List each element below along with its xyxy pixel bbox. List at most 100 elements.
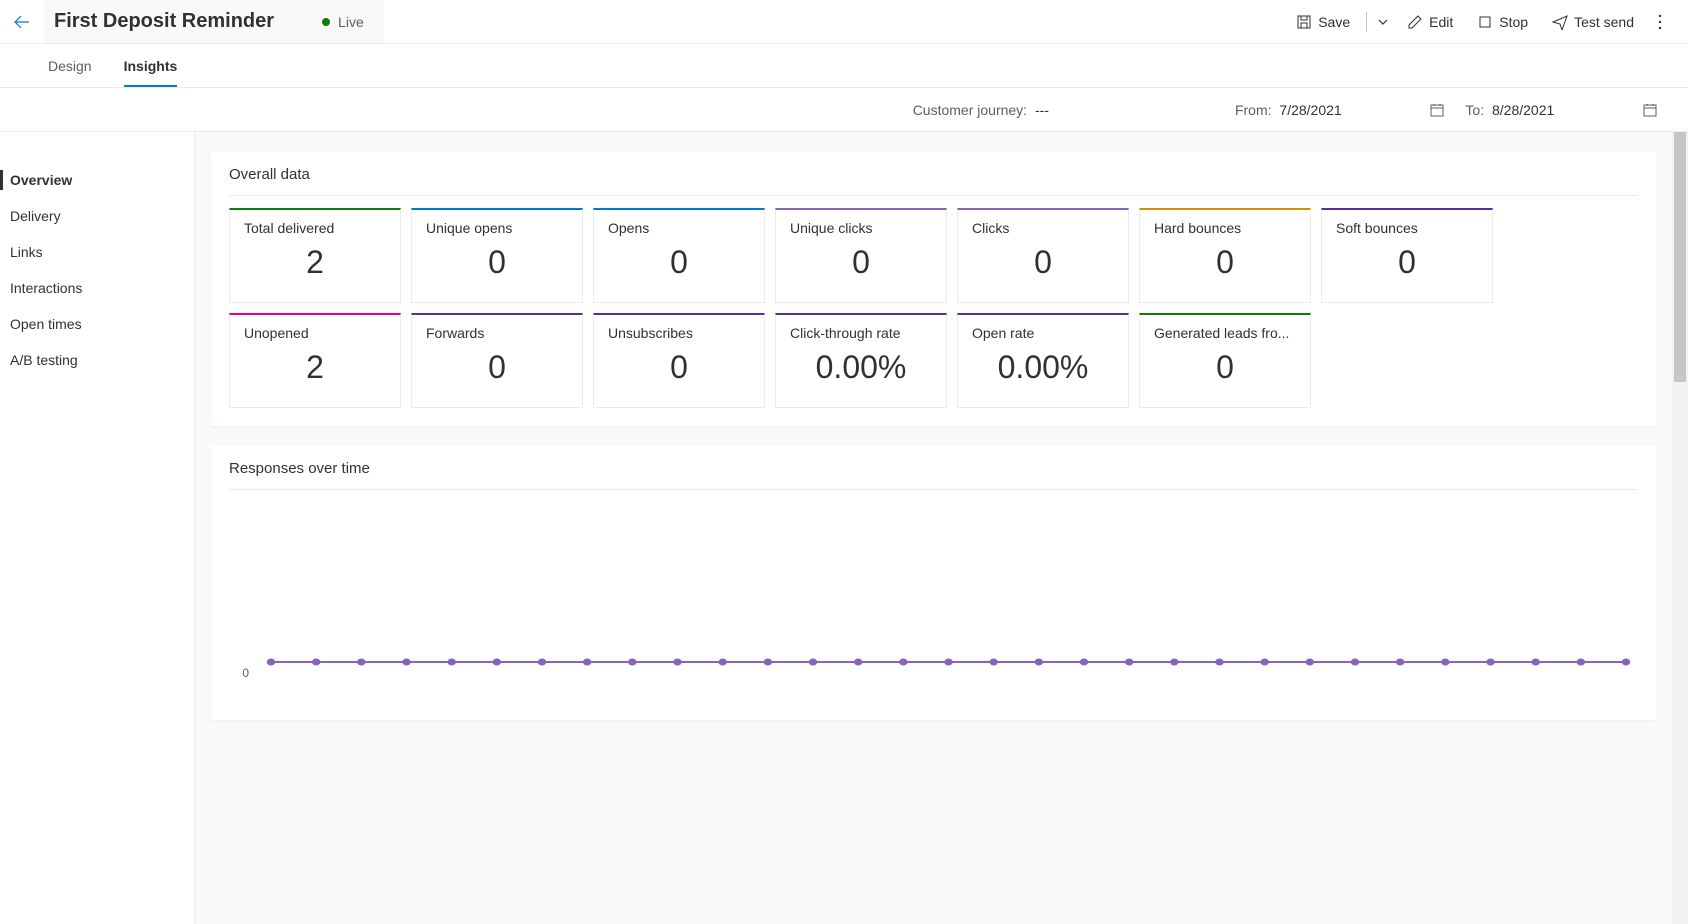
title-block: First Deposit Reminder Live [44,0,384,43]
sidebar-item-overview[interactable]: Overview [0,162,194,198]
cards-container: Total delivered2Unique opens0Opens0Uniqu… [229,208,1638,408]
metric-value: 0 [426,244,568,281]
y-tick-0: 0 [242,666,249,680]
tab-design-label: Design [48,58,92,74]
status-dot-icon [322,18,330,26]
arrow-left-icon [14,14,30,30]
metric-label: Click-through rate [790,325,932,341]
send-icon [1552,14,1568,30]
metric-card[interactable]: Unique clicks0 [775,208,947,303]
metric-card[interactable]: Open rate 0.00% [957,313,1129,408]
metric-card[interactable]: Unopened2 [229,313,401,408]
page-title: First Deposit Reminder [54,10,274,33]
sidebar-item-ab-testing[interactable]: A/B testing [0,342,194,378]
metric-card[interactable]: Unique opens0 [411,208,583,303]
metric-card[interactable]: Forwards 0 [411,313,583,408]
to-label: To: [1465,102,1484,118]
journey-filter: Customer journey: --- [913,102,1215,118]
back-button[interactable] [0,14,44,30]
responses-chart: 0 [229,502,1638,702]
sidebar-item-open-times[interactable]: Open times [0,306,194,342]
test-send-label: Test send [1574,14,1634,30]
calendar-icon [1642,102,1658,118]
metric-value: 0 [972,244,1114,281]
test-send-button[interactable]: Test send [1542,8,1644,36]
toolbar: Save Edit Stop Test send [1286,8,1672,36]
metric-label: Clicks [972,220,1114,236]
metric-value: 0 [1154,244,1296,281]
metric-value: 0 [790,244,932,281]
metric-label: Unopened [244,325,386,341]
metric-label: Hard bounces [1154,220,1296,236]
tab-insights[interactable]: Insights [112,44,190,87]
sidebar-item-label: Interactions [10,280,82,296]
from-value[interactable]: 7/28/2021 [1279,102,1409,118]
status-indicator: Live [322,14,364,30]
sidebar-item-interactions[interactable]: Interactions [0,270,194,306]
panel-title: Responses over time [229,460,1638,490]
more-vertical-icon [1658,14,1662,30]
metric-card[interactable]: Generated leads fro... 0 [1139,313,1311,408]
save-button[interactable]: Save [1286,8,1360,36]
sidebar-item-label: Open times [10,316,82,332]
metric-card[interactable]: Opens 0 [593,208,765,303]
calendar-icon [1429,102,1445,118]
metric-label: Open rate [972,325,1114,341]
journey-value[interactable]: --- [1035,102,1215,118]
stop-button[interactable]: Stop [1467,8,1538,36]
main: Overview Delivery Links Interactions Ope… [0,132,1688,924]
sidebar-item-delivery[interactable]: Delivery [0,198,194,234]
metric-value: 0 [426,349,568,386]
to-value[interactable]: 8/28/2021 [1492,102,1622,118]
from-date-picker[interactable] [1429,102,1445,118]
metric-card[interactable]: Hard bounces 0 [1139,208,1311,303]
metric-value: 0 [608,349,750,386]
metric-label: Total delivered [244,220,386,236]
status-label: Live [338,14,364,30]
metric-value: 0 [608,244,750,281]
sidebar: Overview Delivery Links Interactions Ope… [0,132,195,924]
metric-card[interactable]: Click-through rate 0.00% [775,313,947,408]
save-icon [1296,14,1312,30]
edit-button[interactable]: Edit [1397,8,1463,36]
journey-label: Customer journey: [913,102,1027,118]
metric-card[interactable]: Unsubscribes0 [593,313,765,408]
save-chevron-button[interactable] [1373,10,1393,34]
metric-label: Opens [608,220,750,236]
stop-label: Stop [1499,14,1528,30]
divider [1366,12,1367,32]
sidebar-item-label: Overview [10,172,72,188]
header: First Deposit Reminder Live Save Edit St… [0,0,1688,44]
stop-icon [1477,14,1493,30]
to-filter: To: 8/28/2021 [1465,102,1622,118]
tabs-row: Design Insights [0,44,1688,88]
metric-value: 0.00% [972,349,1114,386]
sidebar-item-label: A/B testing [10,352,78,368]
metric-label: Soft bounces [1336,220,1478,236]
scrollbar[interactable] [1672,132,1688,924]
to-date-picker[interactable] [1642,102,1658,118]
chevron-down-icon [1377,16,1389,28]
responses-panel: Responses over time 0 [211,446,1656,720]
metric-card[interactable]: Clicks 0 [957,208,1129,303]
filter-row: Customer journey: --- From: 7/28/2021 To… [0,88,1688,132]
edit-label: Edit [1429,14,1453,30]
metric-card[interactable]: Total delivered2 [229,208,401,303]
sidebar-item-links[interactable]: Links [0,234,194,270]
scrollbar-thumb[interactable] [1674,132,1686,382]
metric-label: Forwards [426,325,568,341]
tab-insights-label: Insights [124,58,178,74]
overall-data-panel: Overall data Total delivered2Unique open… [211,152,1656,426]
panel-title: Overall data [229,166,1638,196]
metric-label: Generated leads fro... [1154,325,1296,341]
content-area: Overall data Total delivered2Unique open… [195,132,1688,924]
tab-design[interactable]: Design [36,44,104,87]
from-label: From: [1235,102,1272,118]
y-axis-label: 0 [229,525,259,680]
line-chart-svg [259,522,1638,682]
more-button[interactable] [1648,8,1672,36]
metric-value: 0 [1154,349,1296,386]
metric-value: 0 [1336,244,1478,281]
metric-value: 0.00% [790,349,932,386]
metric-card[interactable]: Soft bounces 0 [1321,208,1493,303]
